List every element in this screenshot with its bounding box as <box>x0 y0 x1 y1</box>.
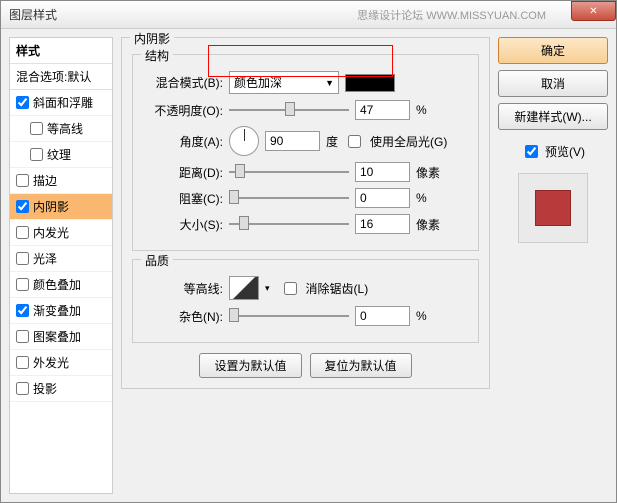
preview-box <box>518 173 588 243</box>
chevron-down-icon: ▼ <box>325 78 334 88</box>
opacity-slider[interactable] <box>229 101 349 119</box>
style-checkbox[interactable] <box>30 148 43 161</box>
style-checkbox[interactable] <box>16 330 29 343</box>
style-item[interactable]: 内发光 <box>10 220 112 246</box>
make-default-button[interactable]: 设置为默认值 <box>199 353 301 378</box>
style-item[interactable]: 颜色叠加 <box>10 272 112 298</box>
styles-header: 样式 <box>10 38 112 64</box>
layer-style-dialog: 图层样式 思缘设计论坛 WWW.MISSYUAN.COM ✕ 样式 混合选项:默… <box>0 0 617 503</box>
contour-picker[interactable] <box>229 276 259 300</box>
preview-checkbox[interactable] <box>525 145 538 158</box>
style-item[interactable]: 外发光 <box>10 350 112 376</box>
choke-slider[interactable] <box>229 189 349 207</box>
window-title: 图层样式 <box>9 6 57 23</box>
blend-options-default[interactable]: 混合选项:默认 <box>10 64 112 90</box>
preview-label: 预览(V) <box>545 143 585 160</box>
inner-shadow-fieldset: 内阴影 结构 混合模式(B): 颜色加深 ▼ 不透明度(O): <box>121 37 490 389</box>
opacity-label: 不透明度(O): <box>143 102 223 119</box>
watermark: 思缘设计论坛 WWW.MISSYUAN.COM <box>357 7 546 23</box>
style-checkbox[interactable] <box>16 252 29 265</box>
style-checkbox[interactable] <box>16 382 29 395</box>
style-checkbox[interactable] <box>16 226 29 239</box>
chevron-down-icon[interactable]: ▾ <box>265 283 270 294</box>
size-slider[interactable] <box>229 215 349 233</box>
style-item[interactable]: 光泽 <box>10 246 112 272</box>
distance-label: 距离(D): <box>143 164 223 181</box>
quality-group: 品质 等高线: ▾ 消除锯齿(L) 杂色(N): 0 % <box>132 259 479 343</box>
style-checkbox[interactable] <box>16 96 29 109</box>
style-checkbox[interactable] <box>16 304 29 317</box>
style-item[interactable]: 内阴影 <box>10 194 112 220</box>
style-label: 描边 <box>33 172 57 189</box>
noise-label: 杂色(N): <box>143 308 223 325</box>
noise-slider[interactable] <box>229 307 349 325</box>
cancel-button[interactable]: 取消 <box>498 70 608 97</box>
size-input[interactable]: 16 <box>355 214 410 234</box>
blend-mode-label: 混合模式(B): <box>143 74 223 91</box>
right-panel: 确定 取消 新建样式(W)... 预览(V) <box>498 37 608 494</box>
style-label: 渐变叠加 <box>33 302 81 319</box>
shadow-color-swatch[interactable] <box>345 74 395 92</box>
style-checkbox[interactable] <box>30 122 43 135</box>
preview-swatch <box>535 190 571 226</box>
global-light-checkbox[interactable] <box>348 135 361 148</box>
structure-title: 结构 <box>141 47 173 64</box>
style-label: 外发光 <box>33 354 69 371</box>
style-item[interactable]: 斜面和浮雕 <box>10 90 112 116</box>
contour-label: 等高线: <box>143 280 223 297</box>
settings-panel: 内阴影 结构 混合模式(B): 颜色加深 ▼ 不透明度(O): <box>121 37 490 494</box>
style-item[interactable]: 投影 <box>10 376 112 402</box>
ok-button[interactable]: 确定 <box>498 37 608 64</box>
new-style-button[interactable]: 新建样式(W)... <box>498 103 608 130</box>
style-item[interactable]: 描边 <box>10 168 112 194</box>
style-item[interactable]: 图案叠加 <box>10 324 112 350</box>
distance-input[interactable]: 10 <box>355 162 410 182</box>
style-item[interactable]: 等高线 <box>10 116 112 142</box>
choke-label: 阻塞(C): <box>143 190 223 207</box>
angle-label: 角度(A): <box>143 133 223 150</box>
choke-input[interactable]: 0 <box>355 188 410 208</box>
style-label: 内阴影 <box>33 198 69 215</box>
style-checkbox[interactable] <box>16 200 29 213</box>
antialias-label: 消除锯齿(L) <box>306 280 369 297</box>
distance-slider[interactable] <box>229 163 349 181</box>
blend-mode-select[interactable]: 颜色加深 ▼ <box>229 71 339 94</box>
global-light-label: 使用全局光(G) <box>370 133 447 150</box>
style-label: 纹理 <box>47 146 71 163</box>
style-checkbox[interactable] <box>16 356 29 369</box>
opacity-input[interactable]: 47 <box>355 100 410 120</box>
content: 样式 混合选项:默认 斜面和浮雕等高线纹理描边内阴影内发光光泽颜色叠加渐变叠加图… <box>1 29 616 502</box>
style-item[interactable]: 渐变叠加 <box>10 298 112 324</box>
style-label: 斜面和浮雕 <box>33 94 93 111</box>
angle-dial[interactable] <box>229 126 259 156</box>
styles-list: 样式 混合选项:默认 斜面和浮雕等高线纹理描边内阴影内发光光泽颜色叠加渐变叠加图… <box>9 37 113 494</box>
style-label: 内发光 <box>33 224 69 241</box>
size-label: 大小(S): <box>143 216 223 233</box>
style-label: 等高线 <box>47 120 83 137</box>
style-item[interactable]: 纹理 <box>10 142 112 168</box>
structure-group: 结构 混合模式(B): 颜色加深 ▼ 不透明度(O): 47 <box>132 54 479 251</box>
style-checkbox[interactable] <box>16 278 29 291</box>
close-button[interactable]: ✕ <box>571 1 616 21</box>
style-label: 颜色叠加 <box>33 276 81 293</box>
style-checkbox[interactable] <box>16 174 29 187</box>
style-label: 投影 <box>33 380 57 397</box>
titlebar: 图层样式 思缘设计论坛 WWW.MISSYUAN.COM ✕ <box>1 1 616 29</box>
panel-title: 内阴影 <box>130 30 174 47</box>
noise-input[interactable]: 0 <box>355 306 410 326</box>
reset-default-button[interactable]: 复位为默认值 <box>310 353 412 378</box>
quality-title: 品质 <box>141 252 173 269</box>
style-label: 图案叠加 <box>33 328 81 345</box>
antialias-checkbox[interactable] <box>284 282 297 295</box>
angle-input[interactable]: 90 <box>265 131 320 151</box>
style-label: 光泽 <box>33 250 57 267</box>
